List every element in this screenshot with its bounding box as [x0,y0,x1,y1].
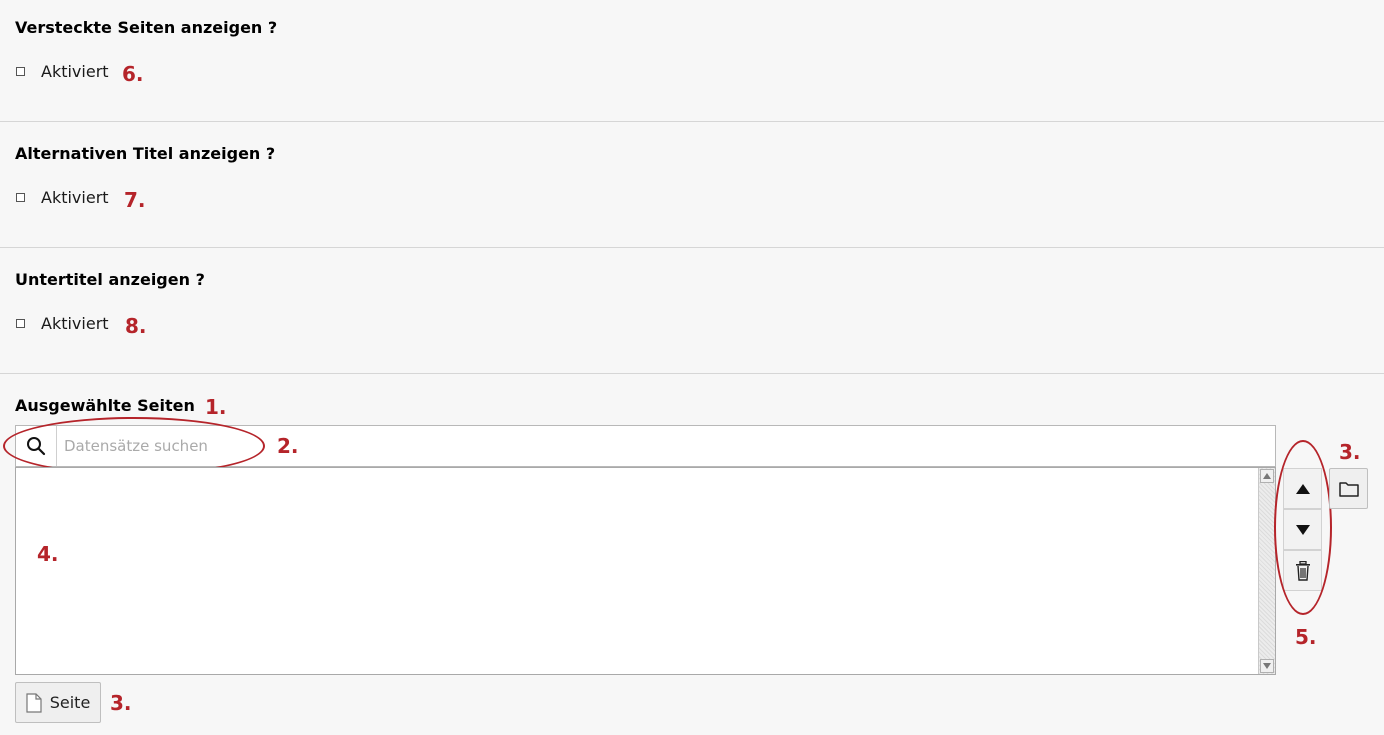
section-divider [0,373,1384,374]
scroll-down-button[interactable] [1260,659,1274,673]
add-page-button-label: Seite [49,693,91,712]
selected-pages-heading: Ausgewählte Seiten [15,396,195,415]
section-heading-subtitle: Untertitel anzeigen ? [15,270,205,289]
annotation-marker-8: 8. [125,314,147,338]
selected-pages-list[interactable] [15,467,1276,675]
annotation-ellipse-controls [1274,440,1332,615]
annotation-marker-3-add: 3. [110,691,132,715]
section-divider [0,121,1384,122]
add-page-button[interactable]: Seite [15,682,101,723]
checkbox-label-hidden-pages[interactable]: Aktiviert [41,62,109,81]
checkbox-subtitle[interactable] [16,319,25,328]
folder-icon [1338,481,1359,497]
annotation-marker-6: 6. [122,62,144,86]
checkbox-alt-title[interactable] [16,193,25,202]
annotation-marker-2: 2. [277,434,299,458]
annotation-marker-7: 7. [124,188,146,212]
section-divider [0,247,1384,248]
browse-folder-button[interactable] [1329,468,1368,509]
annotation-marker-4: 4. [37,542,59,566]
section-heading-alt-title: Alternativen Titel anzeigen ? [15,144,276,163]
section-heading-hidden-pages: Versteckte Seiten anzeigen ? [15,18,278,37]
page-icon [26,692,42,713]
scroll-up-button[interactable] [1260,469,1274,483]
annotation-marker-3-browse: 3. [1339,440,1361,464]
checkbox-label-subtitle[interactable]: Aktiviert [41,314,109,333]
annotation-marker-1: 1. [205,395,227,419]
list-scrollbar[interactable] [1258,468,1275,674]
checkbox-hidden-pages[interactable] [16,67,25,76]
checkbox-label-alt-title[interactable]: Aktiviert [41,188,109,207]
annotation-marker-5: 5. [1295,625,1317,649]
